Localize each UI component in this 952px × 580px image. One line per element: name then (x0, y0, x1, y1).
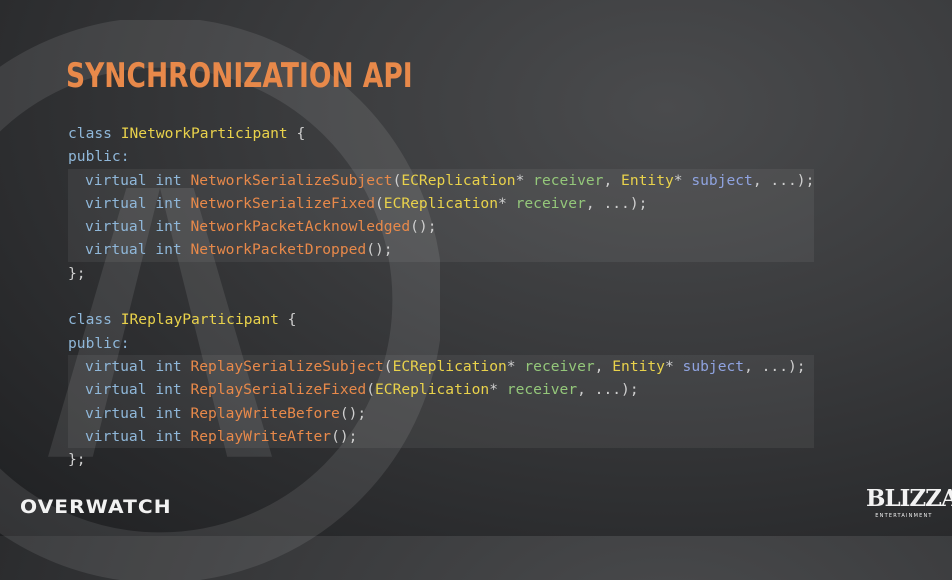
punctuation: { (278, 311, 297, 329)
code-line: class IReplayParticipant { (68, 308, 814, 331)
keyword: virtual (85, 218, 147, 236)
type: int (155, 171, 182, 189)
punctuation: { (287, 125, 306, 142)
function-name: ReplaySerializeFixed (190, 381, 367, 399)
arg-type: ECReplication (392, 357, 507, 375)
code-line: virtual int ReplayWriteAfter(); (68, 424, 815, 449)
param: receiver (515, 194, 586, 212)
type: int (155, 218, 182, 236)
blizzard-logo-text: BLIZZARD (866, 485, 952, 512)
access-specifier: public: (68, 148, 130, 166)
keyword: virtual (85, 171, 147, 189)
param: receiver (533, 171, 604, 189)
param: receiver (506, 381, 578, 399)
function-name: NetworkPacketDropped (190, 241, 367, 259)
param: receiver (524, 357, 595, 375)
code-block: class INetworkParticipant { public: virt… (68, 122, 815, 471)
access-specifier: public: (68, 334, 130, 352)
type: int (155, 357, 182, 375)
code-line: virtual int ReplaySerializeFixed(ECRepli… (68, 378, 815, 402)
keyword: virtual (85, 427, 147, 445)
slide-title: SYNCHRONIZATION API (66, 56, 413, 96)
code-line: class INetworkParticipant { (68, 122, 814, 145)
keyword: class (68, 311, 112, 329)
function-name: ReplayWriteBefore (190, 404, 340, 422)
arg-type: ECReplication (375, 381, 490, 399)
code-line: public: (68, 332, 814, 355)
keyword: virtual (85, 357, 147, 375)
code-line: virtual int NetworkPacketAcknowledged(); (68, 215, 815, 239)
keyword: virtual (85, 404, 147, 422)
overwatch-logo: OVERWATCH (20, 496, 172, 518)
blizzard-logo: BLIZZARD ENTERTAINMENT (866, 485, 952, 520)
param: subject (691, 171, 753, 189)
function-name: NetworkSerializeSubject (190, 171, 393, 189)
arg-type: Entity (621, 171, 674, 189)
type: int (155, 404, 182, 422)
function-name: ReplaySerializeSubject (190, 357, 384, 375)
code-line: virtual int ReplaySerializeSubject(ECRep… (68, 354, 815, 379)
function-name: NetworkPacketAcknowledged (190, 218, 411, 236)
code-line: virtual int NetworkPacketDropped(); (68, 238, 815, 262)
code-line: virtual int NetworkSerializeFixed(ECRepl… (68, 191, 815, 216)
code-line: virtual int ReplayWriteBefore(); (68, 401, 815, 425)
keyword: class (68, 125, 112, 142)
blizzard-logo-subtext: ENTERTAINMENT (875, 513, 933, 519)
keyword: virtual (85, 241, 147, 259)
class-name: IReplayParticipant (120, 311, 279, 329)
type: int (155, 427, 182, 445)
class-name: INetworkParticipant (120, 125, 288, 142)
keyword: virtual (85, 194, 147, 212)
punctuation: }; (68, 451, 86, 469)
code-line: }; (68, 262, 814, 285)
type: int (155, 241, 182, 259)
arg-type: ECReplication (383, 194, 499, 212)
code-line: virtual int NetworkSerializeSubject(ECRe… (68, 168, 815, 192)
arg-type: Entity (612, 357, 665, 375)
code-line: }; (68, 448, 814, 471)
type: int (155, 194, 182, 212)
param: subject (682, 357, 745, 375)
type: int (155, 381, 182, 399)
arg-type: ECReplication (401, 171, 516, 189)
punctuation: }; (68, 264, 86, 282)
function-name: ReplayWriteAfter (190, 427, 332, 445)
function-name: NetworkSerializeFixed (190, 194, 375, 212)
keyword: virtual (85, 381, 147, 399)
code-line: public: (68, 145, 814, 168)
